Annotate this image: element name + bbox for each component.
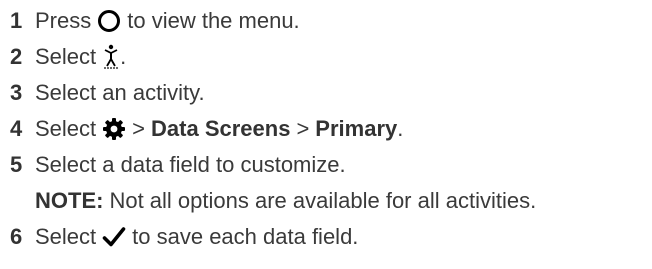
step-text-pre: Press [35, 8, 92, 33]
step-number: 5 [10, 152, 23, 177]
menu-path-data-screens: Data Screens [151, 116, 291, 141]
step-text-pre: Select [35, 116, 97, 141]
checkmark-icon [102, 225, 126, 249]
note-label: NOTE: [35, 188, 104, 213]
step-text-pre: Select [35, 224, 97, 249]
step-text-post: to save each data field. [132, 224, 359, 249]
step-number: 1 [10, 8, 23, 33]
menu-path-primary: Primary [315, 116, 398, 141]
step-text: Press to view the menu. [35, 8, 300, 34]
step-text-pre: Select [35, 44, 97, 69]
instruction-steps: 1 Press to view the menu. 2 Select . 3 S… [0, 0, 652, 269]
separator: > [296, 116, 310, 141]
step-number: 4 [10, 116, 23, 141]
step-text-post: . [120, 44, 127, 69]
note: NOTE: Not all options are available for … [35, 184, 536, 218]
gear-icon [102, 117, 126, 141]
step-text: Select > Data Screens > Primary . [35, 116, 403, 142]
step-text: Select to save each data field. [35, 224, 358, 250]
step-text-post: to view the menu. [127, 8, 300, 33]
step-number: 6 [10, 224, 23, 249]
step-text: Select a data field to customize. [35, 152, 346, 177]
separator: > [132, 116, 146, 141]
step-text-post: . [397, 116, 404, 141]
step-number: 3 [10, 80, 23, 105]
circle-button-icon [97, 9, 121, 33]
step-text: Select an activity. [35, 80, 205, 105]
activity-person-icon [102, 44, 120, 70]
note-text: Not all options are available for all ac… [109, 188, 537, 213]
step-number: 2 [10, 44, 23, 69]
step-text: Select . [35, 44, 126, 70]
